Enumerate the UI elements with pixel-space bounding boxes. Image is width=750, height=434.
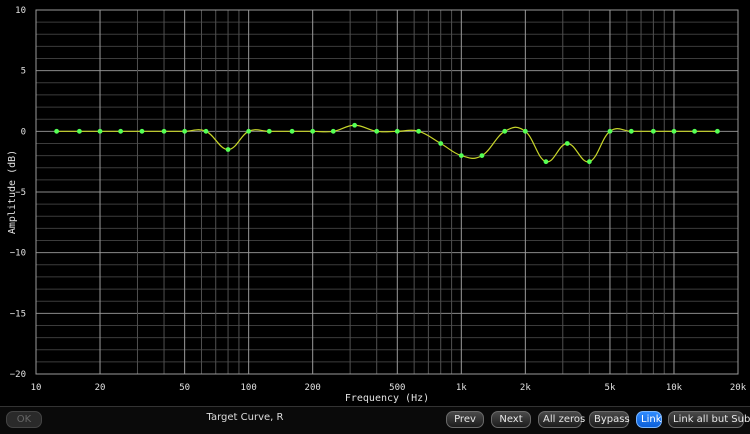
bypass-button[interactable]: Bypass — [589, 411, 630, 428]
curve-point[interactable] — [522, 128, 528, 134]
eq-chart[interactable]: 10 20 50 100 200 500 1k 2k 5k 10k 20k 1050−5−10−15… — [0, 0, 750, 406]
y-axis-label: Amplitude (dB) — [7, 150, 18, 234]
x-tick-label: 200 — [305, 383, 321, 393]
curve-title: Target Curve, R — [206, 412, 284, 423]
curve-point[interactable] — [543, 159, 549, 165]
link-all-but-sub-button[interactable]: Link all but Sub — [668, 411, 750, 428]
curve-point[interactable] — [438, 141, 444, 146]
curve-point[interactable] — [458, 153, 464, 159]
curve-point[interactable] — [671, 128, 677, 134]
curve-point[interactable] — [650, 128, 656, 134]
curve-point[interactable] — [203, 128, 209, 134]
x-tick-label: 500 — [389, 383, 405, 393]
curve-point[interactable] — [161, 128, 167, 134]
curve-point[interactable] — [266, 128, 272, 134]
curve-point[interactable] — [692, 128, 697, 134]
curve-point[interactable] — [310, 128, 316, 134]
next-button[interactable]: Next — [491, 411, 531, 428]
all-zeros-button[interactable]: All zeros — [538, 411, 585, 428]
curve-point[interactable] — [352, 122, 358, 128]
y-tick-label: −10 — [10, 249, 26, 259]
x-tick-label: 5k — [605, 383, 616, 393]
curve-point[interactable] — [714, 128, 720, 134]
curve-point[interactable] — [502, 128, 508, 134]
prev-button[interactable]: Prev — [446, 411, 484, 428]
curve-point[interactable] — [225, 147, 231, 152]
curve-point[interactable] — [246, 128, 252, 134]
curve-point[interactable] — [77, 128, 82, 134]
curve-point[interactable] — [289, 128, 295, 134]
y-tick-label: 10 — [15, 6, 26, 16]
curve-point[interactable] — [374, 128, 380, 134]
x-tick-label: 10k — [666, 383, 683, 393]
ok-button[interactable]: OK — [6, 411, 42, 428]
curve-point[interactable] — [586, 159, 592, 165]
curve-point[interactable] — [416, 128, 422, 134]
curve-point[interactable] — [182, 128, 188, 134]
curve-point[interactable] — [479, 153, 485, 159]
x-tick-label: 100 — [241, 383, 257, 393]
curve-point[interactable] — [564, 141, 570, 146]
x-tick-label: 1k — [456, 383, 467, 393]
curve-point[interactable] — [628, 128, 634, 134]
curve-point[interactable] — [330, 128, 336, 134]
link-button[interactable]: Link — [636, 411, 662, 428]
curve-point[interactable] — [394, 128, 400, 134]
x-tick-label: 50 — [179, 383, 190, 393]
x-tick-label: 10 — [31, 383, 42, 393]
curve-point[interactable] — [118, 128, 124, 134]
y-tick-label: −20 — [10, 370, 26, 380]
curve-point[interactable] — [139, 128, 145, 134]
x-tick-label: 2k — [520, 383, 531, 393]
bottom-toolbar: OK Target Curve, R Prev Next All zeros B… — [0, 406, 750, 434]
curve-point[interactable] — [607, 128, 613, 134]
curve-point[interactable] — [54, 128, 60, 134]
y-tick-label: 0 — [21, 127, 26, 137]
x-axis-label: Frequency (Hz) — [345, 393, 429, 404]
x-tick-labels: 10 20 50 100 200 500 1k 2k 5k 10k 20k — [31, 383, 747, 393]
curve-point[interactable] — [97, 128, 103, 134]
x-tick-label: 20 — [95, 383, 106, 393]
y-tick-label: −15 — [10, 309, 26, 319]
x-tick-label: 20k — [730, 383, 747, 393]
y-tick-label: 5 — [21, 67, 26, 77]
